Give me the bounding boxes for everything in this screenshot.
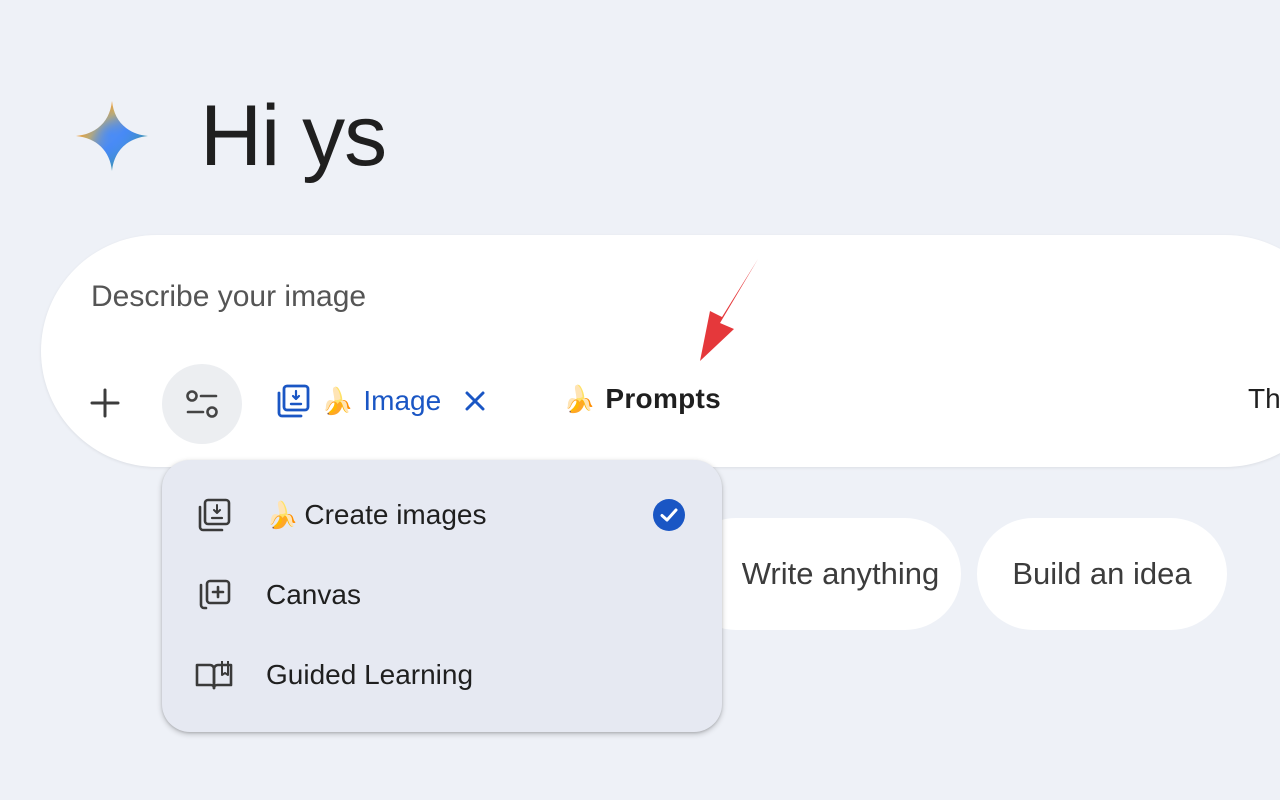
image-gallery-icon <box>194 495 234 535</box>
red-arrow-icon <box>700 259 758 361</box>
image-mode-chip[interactable]: 🍌 Image <box>275 383 485 419</box>
add-button[interactable] <box>83 367 127 439</box>
greeting-text: Hi ys <box>200 88 387 184</box>
tools-menu: 🍌 Create images Canvas Guided Learning <box>162 460 722 732</box>
check-circle-icon <box>653 499 685 531</box>
image-gallery-icon <box>277 384 310 418</box>
tools-sliders-icon <box>186 390 218 418</box>
image-chip-label: Image <box>363 385 442 416</box>
banana-emoji: 🍌 <box>563 384 596 414</box>
canvas-icon <box>194 575 234 615</box>
menu-item-guided-learning[interactable]: Guided Learning <box>162 635 722 715</box>
gemini-home: Hi ys Write anything Build an idea Descr… <box>0 0 1280 800</box>
canvas-label: Canvas <box>266 579 361 610</box>
banana-emoji: 🍌 <box>321 386 354 416</box>
suggestion-build-an-idea[interactable]: Build an idea <box>977 518 1227 630</box>
prompts-chip[interactable]: 🍌 Prompts <box>563 383 721 415</box>
gemini-sparkle-icon <box>76 101 148 171</box>
suggestion-label: Build an idea <box>1012 556 1192 591</box>
menu-item-label: 🍌 Create images <box>266 499 486 531</box>
mode-selector-label[interactable]: Th <box>1248 383 1280 415</box>
prompt-box: 🍌 Image 🍌 Prompts Th <box>41 235 1280 467</box>
prompt-input[interactable] <box>89 279 1193 315</box>
greeting: Hi ys <box>72 88 387 184</box>
suggestion-label: Write anything <box>741 556 940 591</box>
image-chip-close-button[interactable] <box>465 391 485 411</box>
menu-item-create-images[interactable]: 🍌 Create images <box>162 475 722 555</box>
menu-item-canvas[interactable]: Canvas <box>162 555 722 635</box>
banana-emoji: 🍌 <box>266 500 299 530</box>
plus-icon <box>90 388 120 418</box>
book-open-icon <box>194 655 234 695</box>
tools-button[interactable] <box>162 364 242 444</box>
guided-learning-label: Guided Learning <box>266 659 474 690</box>
close-icon <box>465 391 485 411</box>
suggestion-write-anything[interactable]: Write anything <box>680 518 961 630</box>
create-images-label: Create images <box>304 499 487 530</box>
prompts-chip-label: Prompts <box>605 383 722 414</box>
